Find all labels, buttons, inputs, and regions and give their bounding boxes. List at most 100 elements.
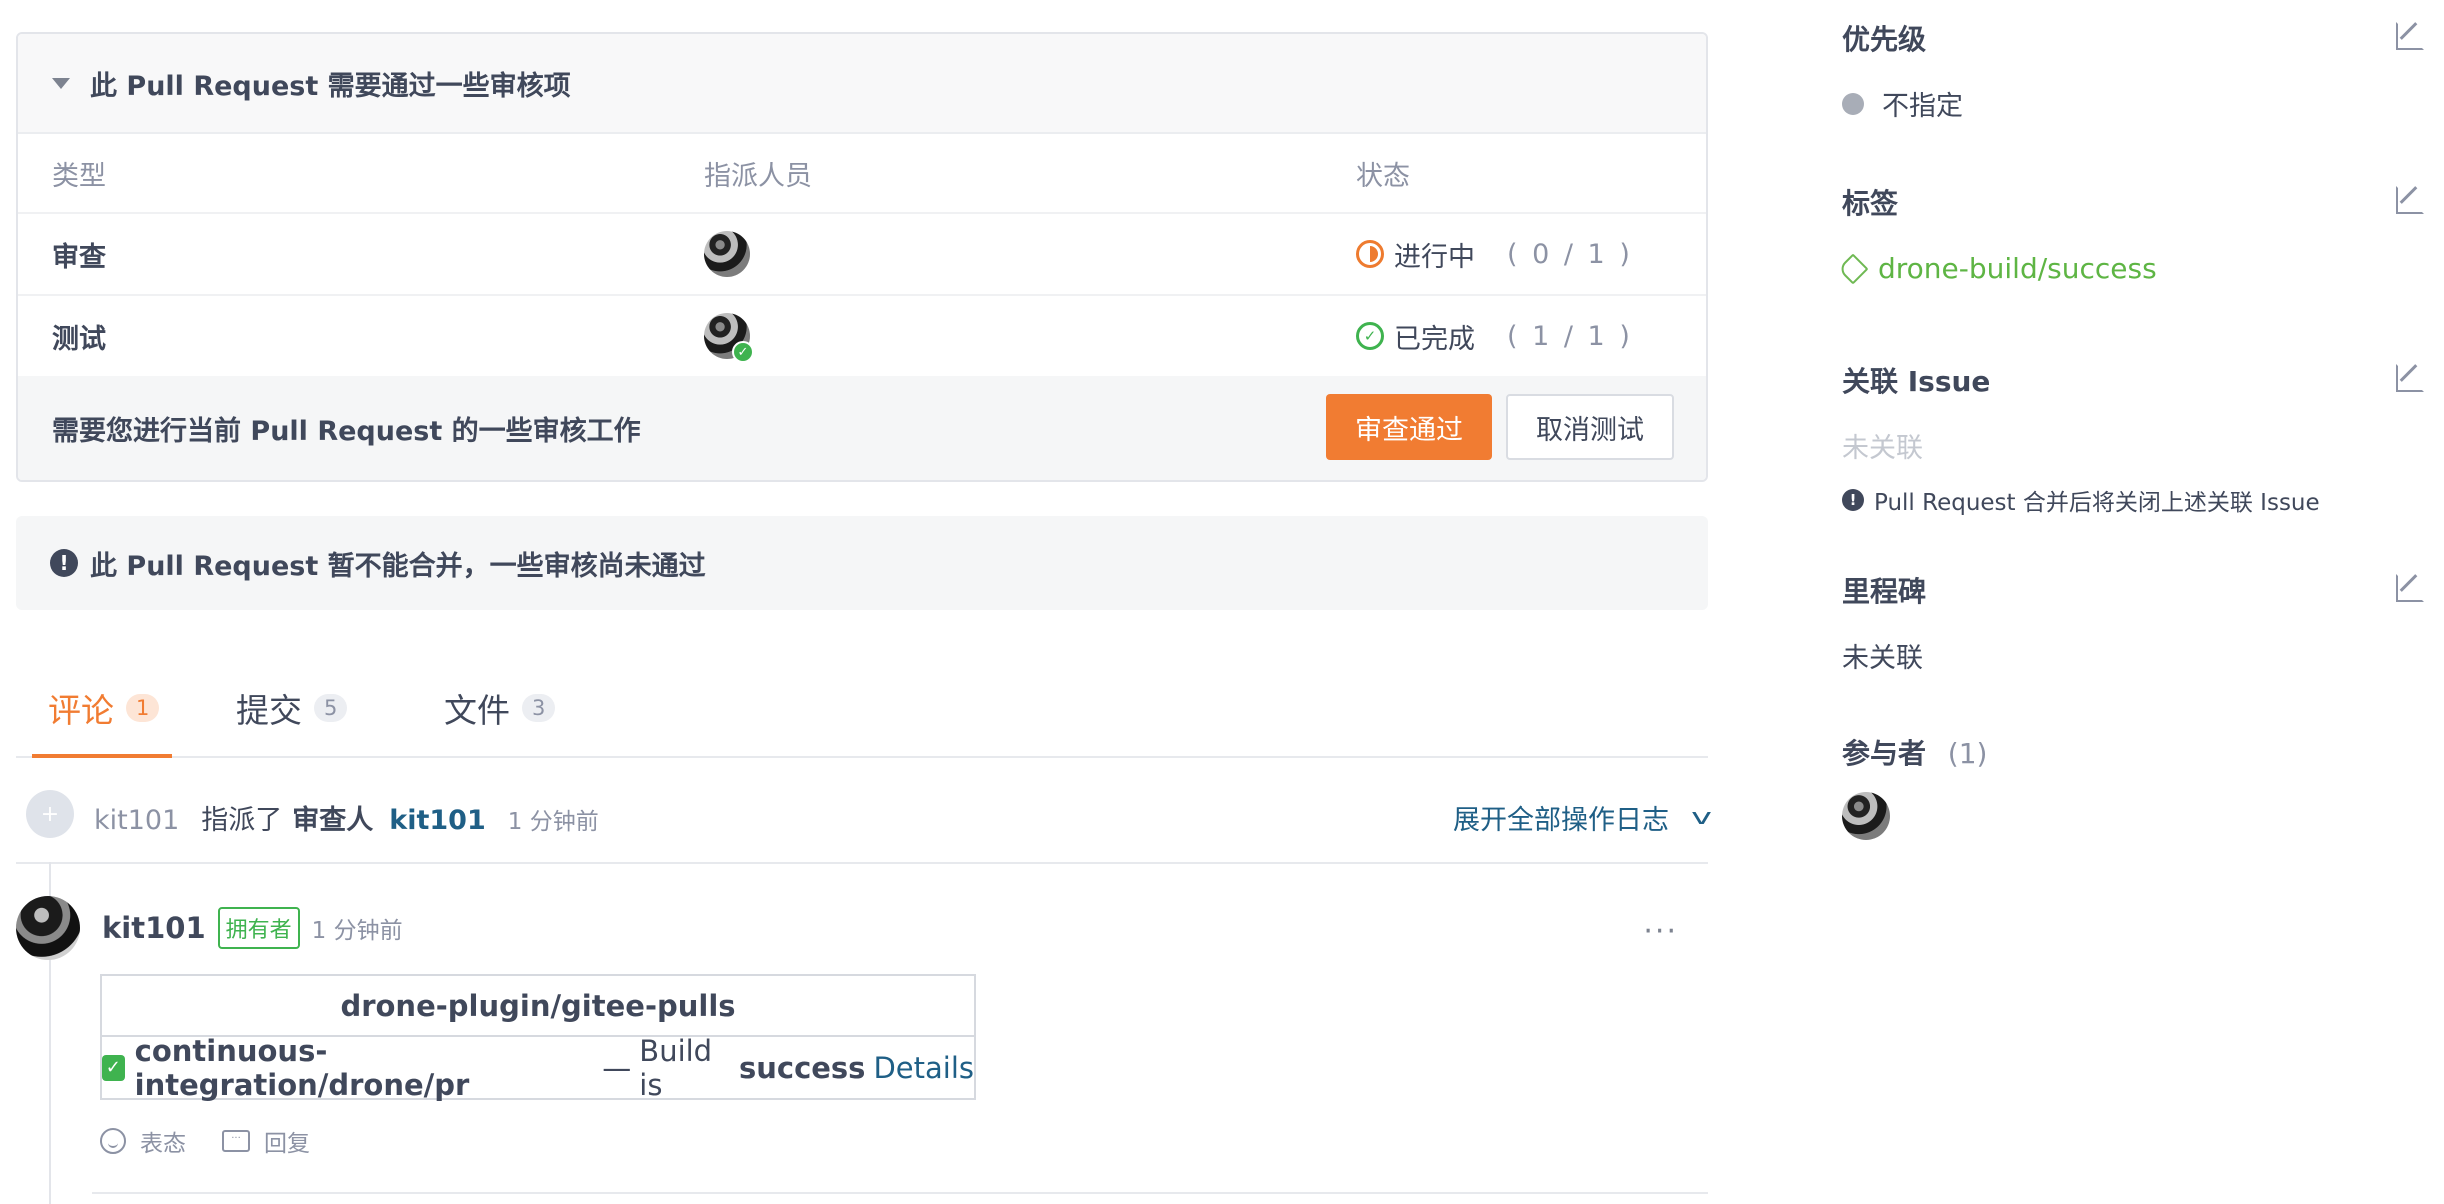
participant-avatar[interactable] — [1842, 792, 1890, 840]
linked-issue-note-text: Pull Request 合并后将关闭上述关联 Issue — [1874, 490, 2320, 516]
tab-comments[interactable]: 评论 1 — [32, 684, 172, 758]
react-label: 表态 — [140, 1131, 186, 1157]
column-header-assignee: 指派人员 — [704, 160, 812, 192]
check-circle-icon: ✓ — [1356, 322, 1384, 350]
edit-icon[interactable] — [2396, 18, 2426, 50]
expand-log-label: 展开全部操作日志 — [1452, 805, 1669, 836]
participants-title: 参与者 (1) — [1842, 732, 2426, 772]
comment-actions: 表态 ··· 回复 — [100, 1124, 346, 1158]
review-panel-footer: 需要您进行当前 Pull Request 的一些审核工作 审查通过 取消测试 — [18, 376, 1706, 480]
chevron-down-icon: v — [1691, 805, 1712, 830]
ci-context: continuous-integration/drone/pr — [134, 1033, 470, 1102]
tab-files[interactable]: 文件 3 — [444, 684, 556, 758]
cancel-test-button[interactable]: 取消测试 — [1506, 394, 1674, 460]
labels-title: 标签 — [1842, 187, 1899, 220]
edit-icon[interactable] — [2396, 182, 2426, 214]
edit-icon[interactable] — [2396, 570, 2426, 602]
event-text: kit101 指派了 审查人 kit101 1 分钟前 — [94, 798, 599, 837]
linked-issue-value: 未关联 — [1842, 433, 1923, 464]
in-progress-icon — [1356, 240, 1384, 268]
participants-label: 参与者 — [1842, 737, 1927, 770]
tag-icon — [1837, 252, 1869, 285]
ci-status: success — [738, 1050, 866, 1085]
column-header-type: 类型 — [52, 160, 106, 192]
event-time: 1 分钟前 — [507, 809, 599, 835]
tab-count: 1 — [126, 694, 160, 722]
event-target-user[interactable]: kit101 — [389, 805, 485, 836]
approved-check-icon: ✓ — [732, 341, 754, 363]
ci-repo-row: drone-plugin/gitee-pulls — [102, 976, 974, 1037]
review-status: ✓ 已完成 ( 1 / 1 ) — [1356, 317, 1633, 356]
owner-badge: 拥有者 — [217, 907, 300, 949]
review-row-test: 测试 ✓ ✓ 已完成 ( 1 / 1 ) — [18, 296, 1706, 378]
tab-label: 提交 — [236, 691, 302, 730]
avatar[interactable] — [16, 896, 80, 960]
approve-review-button[interactable]: 审查通过 — [1326, 394, 1492, 460]
ci-message: Build is — [639, 1033, 713, 1102]
priority-title: 优先级 — [1842, 23, 1927, 56]
event-user[interactable]: kit101 — [94, 805, 179, 836]
assignee-avatar[interactable] — [704, 231, 750, 277]
edit-icon[interactable] — [2396, 360, 2426, 392]
assignee-avatar[interactable]: ✓ — [704, 313, 754, 363]
status-count: ( 1 / 1 ) — [1507, 320, 1633, 352]
exclamation-icon: ! — [50, 549, 78, 577]
comment-author[interactable]: kit101 — [102, 911, 206, 945]
more-options-icon[interactable]: ··· — [1643, 914, 1678, 949]
ci-result-row: ✓ continuous-integration/drone/pr — Buil… — [102, 1034, 974, 1102]
tab-label: 评论 — [48, 691, 114, 730]
timeline-event: + kit101 指派了 审查人 kit101 1 分钟前 展开全部操作日志 v — [16, 790, 1712, 864]
sidebar-linked-issue: 关联 Issue 未关联 ! Pull Request 合并后将关闭上述关联 I… — [1842, 360, 2426, 517]
label-text: drone-build/success — [1878, 252, 2157, 285]
linked-issue-note: ! Pull Request 合并后将关闭上述关联 Issue — [1842, 483, 2426, 517]
review-type: 测试 — [52, 323, 106, 355]
ci-status-table: drone-plugin/gitee-pulls ✓ continuous-in… — [100, 974, 976, 1102]
review-panel-header[interactable]: 此 Pull Request 需要通过一些审核项 — [18, 34, 1706, 134]
pr-tabs: 评论 1 提交 5 文件 3 — [16, 666, 1708, 758]
sidebar-labels: 标签 drone-build/success — [1837, 182, 2426, 285]
comment-bubble-icon: ··· — [222, 1130, 250, 1152]
merge-warning-banner: ! 此 Pull Request 暂不能合并，一些审核尚未通过 — [16, 516, 1708, 610]
status-count: ( 0 / 1 ) — [1507, 238, 1633, 270]
review-type: 审查 — [52, 241, 106, 273]
caret-down-icon[interactable] — [52, 77, 70, 89]
ci-separator: — — [602, 1050, 632, 1085]
event-role: 审查人 — [292, 805, 374, 836]
ci-repo: drone-plugin/gitee-pulls — [340, 988, 736, 1023]
review-panel: 此 Pull Request 需要通过一些审核项 类型 指派人员 状态 审查 进… — [16, 32, 1708, 482]
sidebar-participants: 参与者 (1) — [1842, 732, 2426, 840]
exclamation-icon: ! — [1842, 489, 1864, 511]
priority-value[interactable]: 不指定 — [1842, 84, 2426, 123]
divider — [92, 1192, 1708, 1194]
label-tag[interactable]: drone-build/success — [1837, 252, 2426, 285]
sidebar: 优先级 不指定 标签 drone-build/success 关联 Issue … — [1837, 0, 2426, 1204]
merge-warning-text: 此 Pull Request 暂不能合并，一些审核尚未通过 — [90, 550, 706, 582]
sidebar-priority: 优先级 不指定 — [1842, 18, 2426, 123]
review-status: 进行中 ( 0 / 1 ) — [1356, 235, 1633, 274]
review-row-review: 审查 进行中 ( 0 / 1 ) — [18, 214, 1706, 296]
expand-log-link[interactable]: 展开全部操作日志 v — [1452, 798, 1712, 837]
column-header-status: 状态 — [1356, 160, 1410, 192]
status-text: 进行中 — [1394, 241, 1475, 273]
comment-header: kit101 拥有者 1 分钟前 ··· — [16, 896, 1708, 960]
sidebar-milestone: 里程碑 未关联 — [1842, 570, 2426, 675]
smile-icon — [100, 1128, 126, 1154]
tab-count: 5 — [314, 694, 348, 722]
ci-details-link[interactable]: Details — [873, 1051, 974, 1085]
reply-label: 回复 — [264, 1131, 310, 1157]
assign-user-icon: + — [26, 790, 74, 838]
priority-label: 不指定 — [1882, 91, 1963, 122]
review-footer-text: 需要您进行当前 Pull Request 的一些审核工作 — [52, 415, 641, 447]
review-table-header: 类型 指派人员 状态 — [18, 134, 1706, 214]
priority-dot-icon — [1842, 92, 1864, 115]
linked-issue-title: 关联 Issue — [1842, 365, 1991, 398]
tab-commits[interactable]: 提交 5 — [236, 684, 348, 758]
participants-count: (1) — [1947, 737, 1988, 770]
tab-count: 3 — [522, 694, 556, 722]
react-button[interactable]: 表态 — [100, 1124, 186, 1158]
event-action: 指派了 — [201, 805, 283, 836]
status-text: 已完成 — [1394, 323, 1475, 355]
check-mark-icon: ✓ — [102, 1054, 125, 1081]
reply-button[interactable]: ··· 回复 — [222, 1124, 310, 1158]
comment-time: 1 分钟前 — [311, 918, 403, 944]
